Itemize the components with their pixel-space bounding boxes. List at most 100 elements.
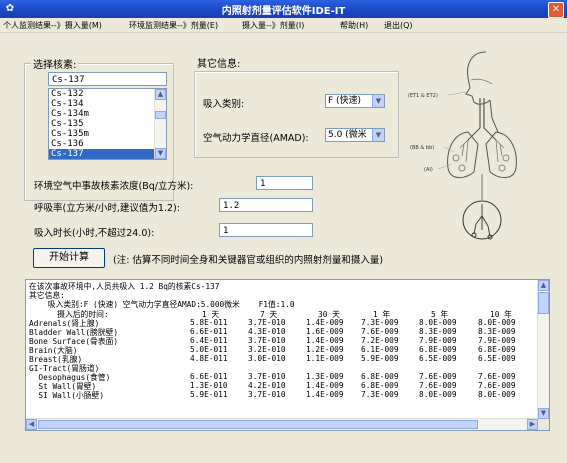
dose-value: 8.3E-009 — [478, 327, 516, 336]
menu-exit[interactable]: 退出(Q) — [384, 20, 413, 31]
dose-value: 1.4E-009 — [306, 381, 344, 390]
results-hscroll[interactable]: ◀ ▶ — [26, 418, 538, 430]
result-line: 吸入类别:F (快速) 空气动力学直径AMAD:5.000微米 F1值:1.0 — [29, 300, 295, 309]
dose-value: 1.6E-009 — [306, 327, 344, 336]
dose-value: 3.7E-010 — [248, 390, 286, 399]
dose-value: 1.3E-009 — [306, 372, 344, 381]
title-bar: ✿ 内照射剂量评估软件IDE-IT ✕ — [0, 0, 567, 18]
results-vscroll[interactable]: ▲ ▼ — [537, 280, 549, 419]
breathing-rate-input[interactable]: 1.2 — [219, 198, 313, 212]
intake-type-value: F (快速) — [328, 96, 362, 106]
hscroll-thumb[interactable] — [38, 420, 478, 429]
scroll-up-icon[interactable]: ▲ — [155, 89, 166, 100]
dose-value: 5.0E-011 — [190, 345, 228, 354]
dose-value: 5.9E-011 — [190, 390, 228, 399]
dose-value: 6.5E-009 — [419, 354, 457, 363]
dropdown-arrow-icon[interactable]: ▼ — [372, 95, 384, 107]
dose-value: 7.2E-009 — [361, 336, 399, 345]
dose-value: 6.6E-011 — [190, 327, 228, 336]
dose-value: 8.0E-009 — [419, 390, 457, 399]
nuclide-listbox[interactable]: Cs-132 Cs-134 Cs-134m Cs-135 Cs-135m Cs-… — [48, 88, 167, 160]
scroll-left-icon[interactable]: ◀ — [26, 419, 37, 430]
dose-value: 7.3E-009 — [361, 390, 399, 399]
dose-value: 1.4E-009 — [306, 336, 344, 345]
scroll-corner — [538, 419, 549, 430]
intake-type-label: 吸入类别: — [203, 99, 245, 110]
menu-help[interactable]: 帮助(H) — [340, 20, 368, 31]
menu-intake-to-dose[interactable]: 摄入量--》剂量(I) — [242, 20, 304, 31]
dose-value: 6.4E-011 — [190, 336, 228, 345]
label-bb: (BB & bb) — [410, 145, 434, 151]
note-text: (注: 估算不同时间全身和关键器官或组织的内照射剂量和摄入量) — [113, 255, 384, 266]
dose-value: 4.3E-010 — [248, 327, 286, 336]
list-item[interactable]: Cs-134 — [49, 99, 166, 109]
concentration-label: 环境空气中事故核素浓度(Bq/立方米): — [34, 181, 194, 192]
menu-bar: 个人监测结果--》摄入量(M) 环境监测结果--》剂量(E) 摄入量--》剂量(… — [0, 18, 567, 33]
dose-value: 8.0E-009 — [478, 318, 516, 327]
dose-value: 3.7E-010 — [248, 336, 286, 345]
list-item[interactable]: Cs-135 — [49, 119, 166, 129]
list-item[interactable]: Cs-134m — [49, 109, 166, 119]
duration-label: 吸入时长(小时,不超过24.0): — [34, 228, 155, 239]
dose-value: 7.6E-009 — [419, 381, 457, 390]
intake-type-select[interactable]: F (快速) ▼ — [325, 94, 385, 108]
dose-value: 5.9E-009 — [361, 354, 399, 363]
window-title: 内照射剂量评估软件IDE-IT — [221, 6, 346, 17]
dose-value: 6.8E-009 — [478, 345, 516, 354]
duration-input[interactable]: 1 — [219, 223, 313, 237]
nuclide-selected-field[interactable]: Cs-137 — [48, 72, 167, 86]
close-button[interactable]: ✕ — [548, 2, 564, 18]
scroll-down-icon[interactable]: ▼ — [155, 148, 166, 159]
dose-value: 3.7E-010 — [248, 372, 286, 381]
start-calc-button[interactable]: 开始计算 — [33, 248, 105, 268]
dose-value: 3.7E-010 — [248, 318, 286, 327]
listbox-scrollbar[interactable]: ▲ ▼ — [154, 89, 166, 159]
dose-value: 8.3E-009 — [419, 327, 457, 336]
amad-label: 空气动力学直径(AMAD): — [203, 133, 309, 144]
scroll-thumb[interactable] — [538, 292, 549, 314]
dose-value: 4.2E-010 — [248, 381, 286, 390]
dose-value: 6.1E-009 — [361, 345, 399, 354]
nuclide-group-label: 选择核素: — [31, 56, 79, 71]
menu-personal-monitoring[interactable]: 个人监测结果--》摄入量(M) — [3, 20, 102, 31]
dose-value: 7.9E-009 — [419, 336, 457, 345]
respiratory-figure: (ET1 & ET2) (BB & bb) (AI) — [408, 51, 517, 240]
label-ai: (AI) — [424, 167, 433, 173]
other-group — [194, 71, 399, 158]
dose-value: 7.6E-009 — [361, 327, 399, 336]
menu-env-monitoring[interactable]: 环境监测结果--》剂量(E) — [129, 20, 218, 31]
dose-value: 1.4E-009 — [306, 390, 344, 399]
dose-value: 6.5E-009 — [478, 354, 516, 363]
list-item[interactable]: Cs-136 — [49, 139, 166, 149]
amad-select[interactable]: 5.0 (微米 ▼ — [325, 128, 385, 142]
list-item-selected[interactable]: Cs-137 — [49, 149, 166, 159]
other-group-label: 其它信息: — [195, 55, 243, 70]
dose-value: 4.8E-011 — [190, 354, 228, 363]
scroll-right-icon[interactable]: ▶ — [527, 419, 538, 430]
dose-value: 7.6E-009 — [419, 372, 457, 381]
scroll-down-icon[interactable]: ▼ — [538, 408, 549, 419]
dose-value: 6.8E-009 — [419, 345, 457, 354]
dose-value: 6.8E-009 — [361, 381, 399, 390]
dose-value: 7.3E-009 — [361, 318, 399, 327]
dose-value: 8.0E-009 — [478, 390, 516, 399]
results-textarea[interactable]: 在该次事故环境中,人员共吸入 1.2 Bq的核素Cs-137 其它信息: 吸入类… — [25, 279, 550, 431]
result-line: 其它信息: — [29, 291, 65, 300]
scroll-up-icon[interactable]: ▲ — [538, 280, 549, 291]
scroll-thumb[interactable] — [155, 111, 166, 119]
amad-value: 5.0 (微米 — [328, 130, 367, 140]
dose-value: 5.8E-011 — [190, 318, 228, 327]
dose-value: 7.9E-009 — [478, 336, 516, 345]
label-et: (ET1 & ET2) — [408, 93, 438, 99]
result-line: 在该次事故环境中,人员共吸入 1.2 Bq的核素Cs-137 — [29, 282, 220, 291]
dose-value: 1.2E-009 — [306, 345, 344, 354]
dose-value: 1.4E-009 — [306, 318, 344, 327]
dose-value: 6.6E-011 — [190, 372, 228, 381]
list-item[interactable]: Cs-132 — [49, 89, 166, 99]
dropdown-arrow-icon[interactable]: ▼ — [372, 129, 384, 141]
dose-value: 7.6E-009 — [478, 372, 516, 381]
list-item[interactable]: Cs-135m — [49, 129, 166, 139]
concentration-input[interactable]: 1 — [256, 176, 313, 190]
dose-value: 3.0E-010 — [248, 354, 286, 363]
dose-value: 8.0E-009 — [419, 318, 457, 327]
